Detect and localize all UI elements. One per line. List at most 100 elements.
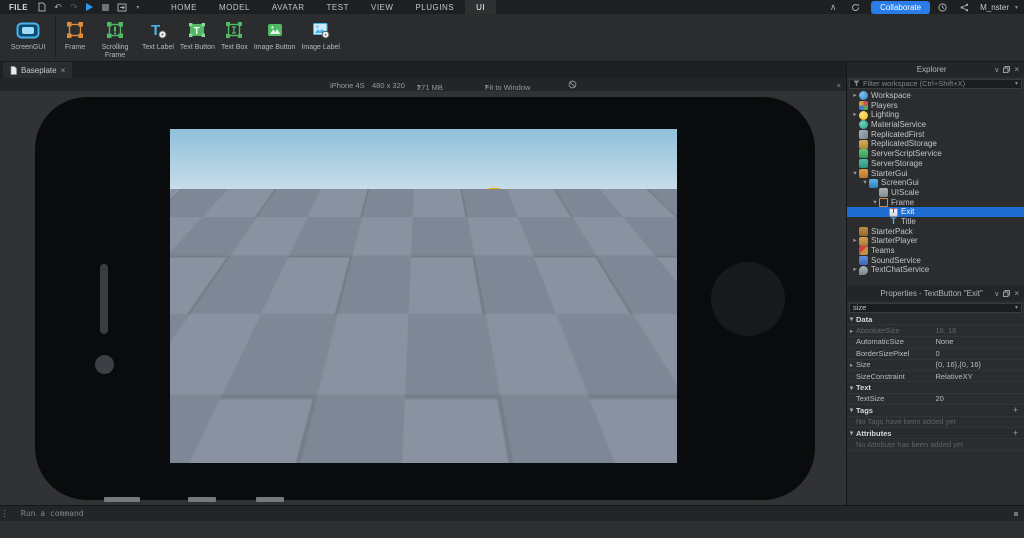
rotate-device-icon[interactable] — [568, 80, 577, 91]
user-menu-chevron-icon[interactable]: ▾ — [1015, 4, 1018, 11]
add-attribute-icon[interactable]: + — [1013, 428, 1024, 438]
tree-item-exit[interactable]: TExit — [847, 207, 1024, 217]
section-data[interactable]: ▾Data — [847, 314, 1024, 325]
tab-plugins[interactable]: PLUGINS — [404, 0, 465, 14]
prop-row-size[interactable]: ▸Size{0, 16},{0, 16} — [847, 360, 1024, 371]
phone-screen[interactable]: Settings 10 10 16 x — [170, 129, 677, 463]
properties-close-icon[interactable]: × — [1014, 289, 1019, 298]
tree-item-label: ReplicatedStorage — [871, 139, 937, 149]
expand-arrow-icon[interactable]: ▸ — [851, 91, 859, 101]
tree-item-replicatedstorage[interactable]: ReplicatedStorage — [847, 139, 1024, 149]
tab-home[interactable]: HOME — [160, 0, 208, 14]
collaborate-button[interactable]: Collaborate — [871, 1, 930, 14]
collapse-arrow-icon[interactable]: ▾ — [851, 169, 859, 179]
resize-handle[interactable] — [505, 197, 510, 202]
doc-tab-baseplate[interactable]: Baseplate × — [3, 62, 72, 78]
properties-filter-input[interactable] — [853, 303, 1012, 312]
expand-arrow-icon[interactable]: ▸ — [851, 265, 859, 275]
properties-float-icon[interactable] — [1003, 290, 1010, 297]
viewport-3d[interactable]: Settings 10 10 16 x — [0, 91, 846, 505]
command-bar-grip[interactable] — [3, 509, 7, 519]
expand-arrow-icon[interactable]: ▸ — [847, 361, 856, 369]
tree-item-startergui[interactable]: ▾StarterGui — [847, 169, 1024, 179]
resize-handle[interactable] — [480, 210, 485, 215]
tab-model[interactable]: MODEL — [208, 0, 261, 14]
sky — [170, 129, 677, 189]
tab-avatar[interactable]: AVATAR — [261, 0, 316, 14]
lighting-icon — [859, 111, 868, 120]
insert-window-icon[interactable] — [116, 1, 128, 13]
command-input[interactable] — [21, 509, 441, 518]
tab-ui[interactable]: UI — [465, 0, 496, 14]
expand-arrow-icon[interactable]: ▸ — [851, 110, 859, 120]
resize-grip-icon[interactable] — [1014, 512, 1018, 516]
explorer-close-icon[interactable]: × — [1014, 65, 1019, 74]
undo-icon[interactable]: ↶ — [52, 1, 64, 13]
screengui-button[interactable]: ScreenGUI — [4, 14, 52, 61]
new-file-icon[interactable] — [36, 1, 48, 13]
tree-item-teams[interactable]: Teams — [847, 246, 1024, 256]
explorer-filter-input[interactable] — [863, 79, 1012, 88]
tree-item-textchatservice[interactable]: ▸TextChatService — [847, 265, 1024, 275]
history-clock-icon[interactable] — [936, 1, 948, 13]
settings-frame[interactable]: Settings 10 10 16 x — [331, 194, 516, 406]
tree-item-title[interactable]: TTitle — [847, 217, 1024, 227]
tree-item-frame[interactable]: ▾Frame — [847, 198, 1024, 208]
expand-arrow-icon[interactable]: ▸ — [847, 327, 856, 335]
collapse-arrow-icon[interactable]: ▾ — [861, 178, 869, 188]
tree-item-players[interactable]: Players — [847, 101, 1024, 111]
file-menu[interactable]: FILE — [0, 3, 36, 12]
filter-chevron-icon[interactable]: ▾ — [1015, 304, 1018, 311]
share-icon[interactable] — [958, 1, 970, 13]
image-button-button[interactable]: Image Button — [251, 14, 299, 61]
section-attributes[interactable]: ▾Attributes+ — [847, 428, 1024, 439]
tree-item-replicatedfirst[interactable]: ReplicatedFirst — [847, 130, 1024, 140]
tree-item-serverscriptservice[interactable]: ServerScriptService — [847, 149, 1024, 159]
collapse-arrow-icon[interactable]: ▾ — [871, 198, 879, 208]
prop-row-automaticsize[interactable]: AutomaticSizeNone — [847, 337, 1024, 348]
add-tag-icon[interactable]: + — [1013, 405, 1024, 415]
tree-item-uiscale[interactable]: UIScale — [847, 188, 1024, 198]
tree-item-serverstorage[interactable]: ServerStorage — [847, 159, 1024, 169]
tree-item-starterplayer[interactable]: ▸StarterPlayer — [847, 236, 1024, 246]
explorer-float-icon[interactable] — [1003, 66, 1010, 73]
explorer-collapse-icon[interactable]: ∨ — [994, 66, 999, 74]
collapse-ribbon-icon[interactable]: ∧ — [827, 1, 839, 13]
section-tags[interactable]: ▾Tags+ — [847, 405, 1024, 416]
tree-item-workspace[interactable]: ▸Workspace — [847, 91, 1024, 101]
prop-row-bordersizepixel[interactable]: BorderSizePixel0 — [847, 348, 1024, 359]
explorer-header[interactable]: Explorer ∨ × — [847, 62, 1024, 77]
prop-row-absolutesize[interactable]: ▸AbsoluteSize16, 16 — [847, 325, 1024, 336]
text-box-button[interactable]: Text Box — [218, 14, 251, 61]
filter-options-chevron-icon[interactable]: ▾ — [1015, 80, 1018, 87]
tree-item-soundservice[interactable]: SoundService — [847, 256, 1024, 266]
device-name[interactable]: iPhone 4S — [330, 81, 365, 90]
tree-item-starterpack[interactable]: StarterPack — [847, 227, 1024, 237]
tree-item-screengui[interactable]: ▾ScreenGui — [847, 178, 1024, 188]
tree-item-lighting[interactable]: ▸Lighting — [847, 110, 1024, 120]
resize-handle[interactable] — [480, 222, 485, 227]
tab-view[interactable]: VIEW — [360, 0, 404, 14]
toolbar-options-chevron-icon[interactable]: ▾ — [132, 1, 144, 13]
sync-icon[interactable] — [849, 1, 861, 13]
text-button-button[interactable]: T Text Button — [177, 14, 218, 61]
resize-handle[interactable] — [480, 197, 485, 202]
tab-test[interactable]: TEST — [316, 0, 360, 14]
username[interactable]: M_nster — [980, 3, 1009, 12]
scrolling-frame-button[interactable]: Scrolling Frame — [91, 14, 139, 61]
frame-button[interactable]: Frame — [59, 14, 91, 61]
doc-tab-close-icon[interactable]: × — [61, 66, 66, 75]
close-emulation-icon[interactable]: × — [837, 81, 841, 90]
prop-row-textsize[interactable]: TextSize20 — [847, 394, 1024, 405]
prop-row-sizeconstraint[interactable]: SizeConstraintRelativeXY — [847, 371, 1024, 382]
section-text[interactable]: ▾Text — [847, 382, 1024, 393]
image-label-button[interactable]: Image Label — [298, 14, 343, 61]
properties-header[interactable]: Properties - TextButton "Exit" ∨ × — [847, 286, 1024, 301]
tree-item-materialservice[interactable]: MaterialService — [847, 120, 1024, 130]
text-label-button[interactable]: T Text Label — [139, 14, 177, 61]
properties-collapse-icon[interactable]: ∨ — [994, 290, 999, 298]
expand-arrow-icon[interactable]: ▸ — [851, 236, 859, 246]
offset-badge-top: 10 — [487, 188, 502, 199]
device-resolution[interactable]: 480 x 320 — [372, 81, 405, 90]
play-icon[interactable] — [84, 1, 96, 13]
